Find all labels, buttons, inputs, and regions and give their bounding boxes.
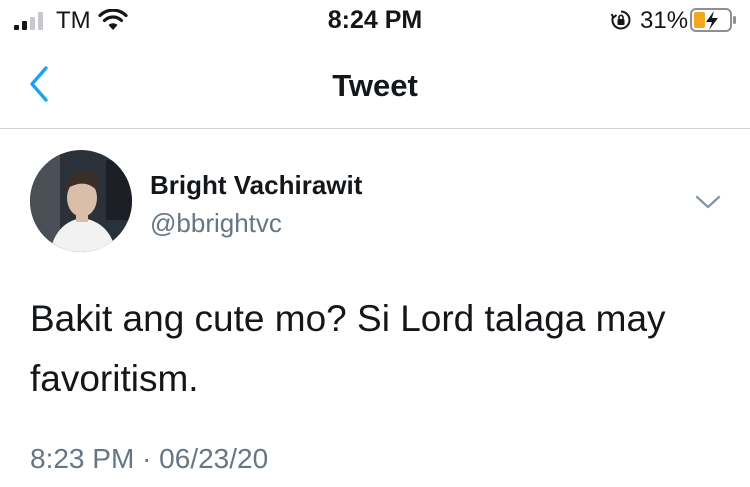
battery-charging-icon bbox=[690, 8, 736, 32]
author-name[interactable]: Bright Vachirawit bbox=[150, 170, 362, 201]
tweet-timestamp: 8:23 PM · 06/23/20 bbox=[30, 443, 268, 475]
profile-photo bbox=[30, 150, 132, 252]
meta-separator: · bbox=[134, 443, 160, 474]
author-handle[interactable]: @bbrightvc bbox=[150, 208, 282, 239]
status-time: 8:24 PM bbox=[327, 6, 423, 34]
status-bar: TM 8:24 PM 31% bbox=[0, 0, 750, 40]
orientation-lock-icon bbox=[610, 10, 631, 30]
nav-bar: Tweet bbox=[0, 40, 750, 129]
page-title: Tweet bbox=[332, 68, 418, 103]
tweet-date: 06/23/20 bbox=[159, 443, 269, 474]
battery-percent: 31% bbox=[640, 7, 689, 34]
tweet-time: 8:23 PM bbox=[30, 443, 135, 474]
avatar[interactable] bbox=[30, 150, 132, 252]
tweet-text: Bakit ang cute mo? Si Lord talaga may fa… bbox=[30, 298, 666, 399]
chevron-down-icon[interactable] bbox=[694, 193, 722, 211]
